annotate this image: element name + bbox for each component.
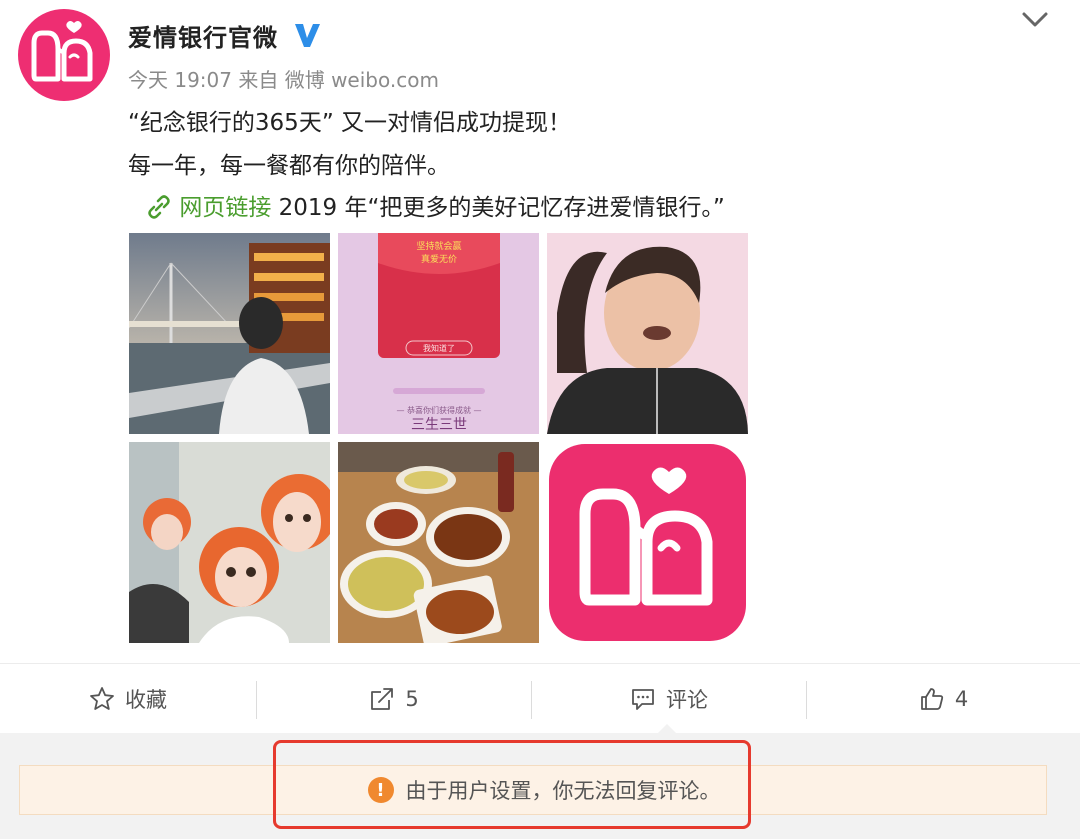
repost-count: 5 bbox=[405, 687, 419, 711]
photo-4-cartoon-group[interactable] bbox=[129, 442, 330, 643]
like-count: 4 bbox=[954, 687, 969, 711]
love-bank-logo-icon bbox=[31, 21, 93, 82]
post-text-line-2: 每一年，每一餐都有你的陪伴。 bbox=[128, 153, 450, 179]
like-button[interactable]: 4 bbox=[807, 664, 1080, 734]
favorite-button[interactable]: 收藏 bbox=[0, 664, 256, 734]
share-icon bbox=[371, 688, 394, 710]
card-button-text: 我知道了 bbox=[423, 343, 455, 353]
action-bar: 收藏 5 评论 4 bbox=[0, 663, 1080, 733]
photo-3-cartoon-selfie[interactable] bbox=[547, 233, 748, 434]
web-link[interactable]: 网页链接 bbox=[179, 195, 271, 221]
card-subtitle: — 恭喜你们获得成就 — bbox=[396, 405, 481, 415]
username[interactable]: 爱情银行官微 bbox=[128, 18, 278, 53]
weibo-post: 爱情银行官微 今天 19:07 来自 微博 weibo.com “纪念银行的36… bbox=[0, 0, 1080, 662]
post-text-line-3: 网页链接 2019 年“把更多的美好记忆存进爱情银行。” bbox=[146, 188, 725, 222]
avatar[interactable] bbox=[18, 9, 110, 101]
star-icon bbox=[90, 687, 114, 710]
card-title: 三生三世 bbox=[411, 417, 467, 433]
card-top-text-2: 真爱无价 bbox=[421, 253, 457, 265]
link-icon bbox=[148, 195, 170, 219]
post-text-line-3-rest: 2019 年“把更多的美好记忆存进爱情银行。” bbox=[271, 195, 725, 221]
comment-icon bbox=[632, 689, 654, 710]
verified-v-icon bbox=[295, 24, 320, 47]
post-text-line-1: “纪念银行的365天” 又一对情侣成功提现！ bbox=[128, 110, 572, 136]
highlight-box bbox=[273, 740, 751, 829]
card-top-text: 坚持就会赢 bbox=[416, 240, 461, 252]
repost-button[interactable]: 5 bbox=[257, 664, 531, 734]
photo-1-bridge[interactable] bbox=[129, 233, 330, 434]
chevron-down-icon[interactable] bbox=[1020, 8, 1050, 32]
post-meta: 今天 19:07 来自 微博 weibo.com bbox=[128, 68, 439, 92]
photo-5-dinner[interactable] bbox=[338, 442, 539, 643]
photo-6-app-logo[interactable] bbox=[547, 442, 748, 643]
thumbs-up-icon bbox=[920, 688, 943, 710]
comment-area-pointer bbox=[657, 724, 677, 734]
comment-label: 评论 bbox=[666, 688, 708, 712]
photo-2-achievement-card[interactable]: 坚持就会赢 真爱无价 我知道了 — 恭喜你们获得成就 — 三生三世 bbox=[338, 233, 539, 434]
favorite-label: 收藏 bbox=[125, 688, 167, 712]
